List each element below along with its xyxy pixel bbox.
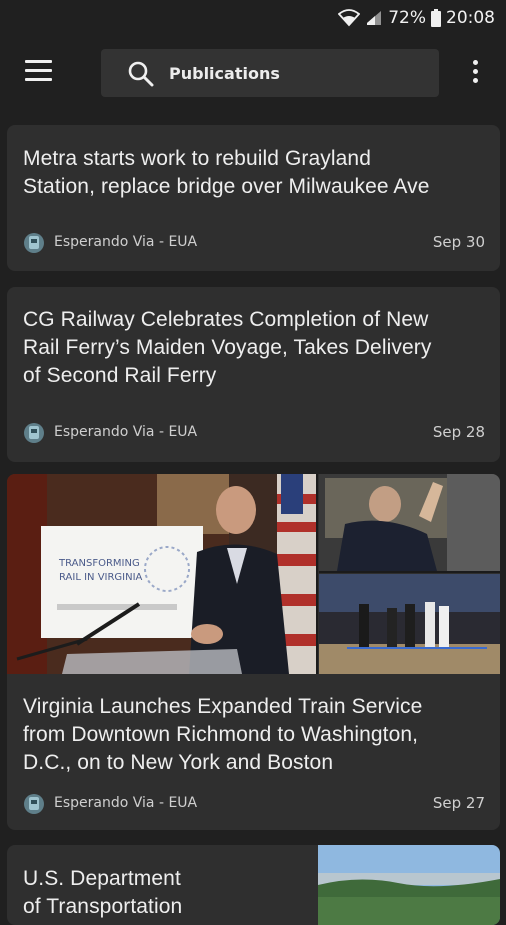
sign-text: RAIL IN VIRGINIA <box>59 572 143 583</box>
search-icon <box>128 61 154 87</box>
article-card[interactable]: CG Railway Celebrates Completion of New … <box>7 287 500 462</box>
status-bar: 72% 20:08 <box>0 0 506 36</box>
article-date: Sep 27 <box>432 794 485 812</box>
wifi-icon <box>338 9 361 27</box>
article-card[interactable]: Metra starts work to rebuild Grayland St… <box>7 125 500 271</box>
more-options-icon[interactable] <box>466 60 484 90</box>
source-name: Esperando Via - EUA <box>54 234 198 250</box>
article-date: Sep 30 <box>432 233 485 251</box>
source-name: Esperando Via - EUA <box>54 424 198 440</box>
app-bar: Publications <box>0 36 506 114</box>
battery-percent: 72% <box>388 8 426 28</box>
signal-icon <box>367 11 382 25</box>
article-card[interactable]: U.S. Department of Transportation <box>7 845 500 925</box>
search-input[interactable]: Publications <box>101 49 439 97</box>
article-image: TRANSFORMING RAIL IN VIRGINIA <box>7 474 500 674</box>
article-title: CG Railway Celebrates Completion of New … <box>23 308 432 387</box>
article-date: Sep 28 <box>432 423 485 441</box>
sign-text: TRANSFORMING <box>58 558 140 569</box>
article-thumbnail <box>318 845 500 925</box>
menu-icon[interactable] <box>22 60 56 90</box>
search-query: Publications <box>169 64 280 83</box>
article-card[interactable]: TRANSFORMING RAIL IN VIRGINIA Virginia L… <box>7 474 500 830</box>
article-title: Virginia Launches Expanded Train Service… <box>23 695 423 774</box>
article-title: Metra starts work to rebuild Grayland St… <box>23 147 430 198</box>
source-logo-icon <box>24 423 44 443</box>
source-logo-icon <box>24 233 44 253</box>
clock: 20:08 <box>446 8 495 28</box>
article-title: U.S. Department of Transportation <box>23 867 183 918</box>
battery-icon <box>431 9 441 27</box>
source-name: Esperando Via - EUA <box>54 795 198 811</box>
source-logo-icon <box>24 794 44 814</box>
